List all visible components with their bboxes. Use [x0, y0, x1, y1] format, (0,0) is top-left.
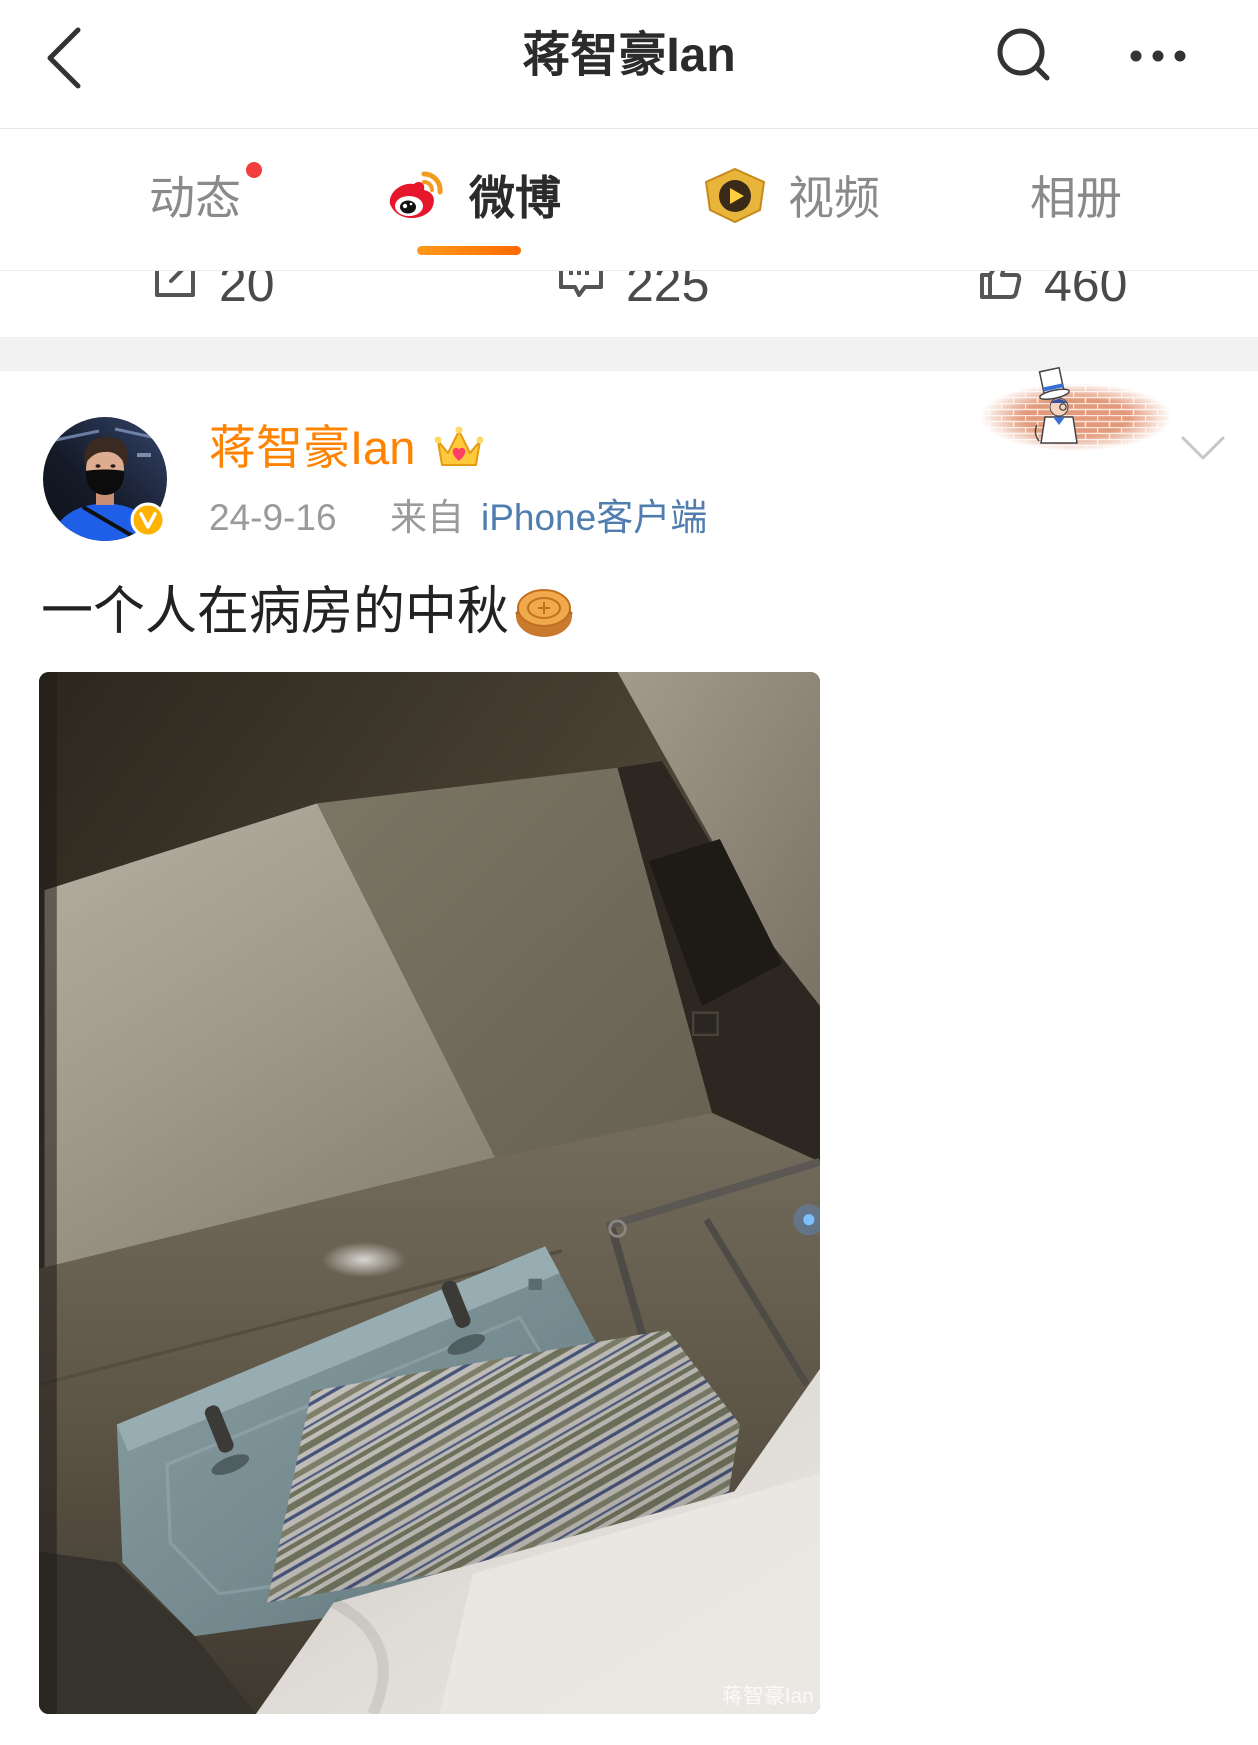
- post-text-row: 一个人在病房的中秋: [41, 578, 575, 646]
- tab-video[interactable]: 视频: [779, 168, 889, 228]
- like-count: 460: [1044, 271, 1128, 312]
- tab-label: 微博: [469, 172, 561, 224]
- tab-dynamic[interactable]: 动态: [140, 168, 250, 228]
- repost-stat[interactable]: 20: [140, 271, 290, 337]
- post-author-name[interactable]: 蒋智豪Ian: [209, 418, 415, 478]
- comment-count: 225: [626, 271, 710, 312]
- chevron-down-icon: [1181, 436, 1225, 460]
- comment-icon: [559, 271, 603, 297]
- tab-label: 相册: [1030, 172, 1122, 224]
- repost-count: 20: [219, 271, 275, 312]
- image-watermark: 蒋智豪Ian: [721, 1685, 814, 1708]
- like-stat[interactable]: 460: [965, 271, 1135, 337]
- light-reflection: [321, 1241, 407, 1278]
- tab-label: 视频: [788, 172, 880, 224]
- search-icon: [997, 28, 1050, 81]
- page-title: 蒋智豪Ian: [522, 29, 736, 82]
- tab-album[interactable]: 相册: [1021, 168, 1131, 228]
- verified-badge-icon: [130, 502, 166, 538]
- active-tab-indicator: [417, 246, 521, 255]
- wall-switch: [692, 1011, 719, 1037]
- post-image[interactable]: 蒋智豪Ian: [39, 672, 820, 1714]
- crown-icon: [434, 426, 484, 466]
- tab-label: 动态: [149, 172, 241, 224]
- notification-dot: [246, 162, 262, 178]
- hospital-room-photo: [39, 672, 820, 1714]
- tab-weibo[interactable]: 微博: [460, 168, 570, 228]
- like-icon: [980, 271, 1022, 299]
- card-decoration-sticker: [980, 367, 1172, 451]
- mooncake-icon: [515, 589, 573, 637]
- repost-icon: [155, 271, 195, 297]
- post-menu-button[interactable]: [1176, 428, 1230, 468]
- weibo-logo-icon: [389, 171, 443, 218]
- search-button[interactable]: [993, 24, 1053, 84]
- more-button[interactable]: [1126, 40, 1190, 72]
- post-source-prefix: 来自: [390, 497, 464, 538]
- post-text: 一个人在病房的中秋: [41, 583, 510, 641]
- header-divider: [0, 128, 1258, 129]
- comment-stat[interactable]: 225: [546, 271, 716, 337]
- video-play-badge-icon: [704, 167, 766, 224]
- post-source-link[interactable]: iPhone客户端: [481, 493, 707, 543]
- post-date: 24-9-16: [209, 497, 337, 538]
- section-separator: [0, 337, 1258, 371]
- more-dots-icon: [1130, 50, 1186, 62]
- stats-row: 20 225 460: [0, 271, 1258, 337]
